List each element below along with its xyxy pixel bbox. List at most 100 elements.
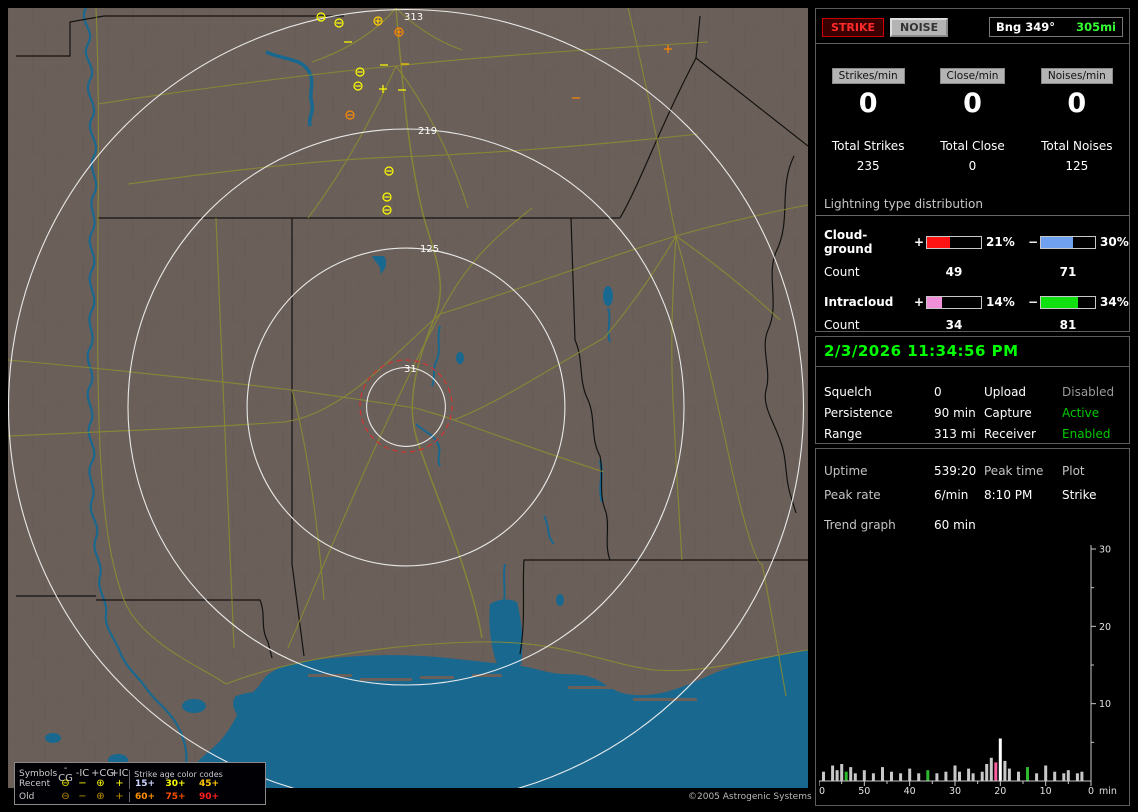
map-legend: Symbols -CG -IC +CG +IC Strike age color… [14,762,266,805]
peak-time-value: 8:10 PM [984,488,1033,502]
trend-x-label: 20 [994,786,1006,797]
persistence-value: 90 min [934,405,976,420]
range-ring-label: 125 [420,244,439,255]
total-close: Total Close 0 [920,139,1024,173]
cg-neg-pct: 30% [1100,235,1129,249]
total-noises-value: 125 [1065,159,1089,173]
trend-bar [849,767,853,781]
totals-row: Total Strikes 235 Total Close 0 Total No… [816,139,1129,173]
strike-button[interactable]: STRIKE [822,17,885,37]
range-ring-label: 313 [404,12,423,23]
trend-bar [871,773,875,781]
trend-bar [822,771,825,781]
settings-row: Squelch 0 Upload Disabled [816,381,1129,402]
cg-pos-pct: 21% [986,235,1015,249]
noises-per-min-column: Noises/min 0 [1025,64,1129,119]
receiver-status: Enabled [1062,426,1111,441]
receiver-label: Receiver [984,426,1036,441]
ic-neg-count: 81 [1059,318,1077,332]
ic-pos-bar [926,295,982,309]
trend-bar [844,771,848,781]
trend-bar [1017,771,1020,781]
uptime-label: Uptime [824,464,868,478]
settings-grid: Squelch 0 Upload Disabled Persistence 90… [816,367,1129,444]
range-ring-label: 31 [404,364,417,375]
trend-bar [944,771,948,781]
bearing-display: Bng 349° 305mi [989,17,1123,37]
count-label: Count [824,265,860,279]
age-code: 15+ [129,778,160,789]
trend-bar [881,767,884,781]
ic-neg-icon: − [78,790,87,802]
trend-bar [1053,771,1057,781]
stats-box: STRIKE NOISE Bng 349° 305mi Strikes/min … [815,8,1130,332]
age-code: 75+ [165,791,186,802]
distribution-section: Lightning type distribution Cloud-ground… [816,197,1129,332]
legend-row-recent-label: Recent [19,778,51,789]
cg-pos-bar [926,235,982,249]
trend-bar [989,757,993,781]
total-close-label: Total Close [940,139,1005,153]
divider [816,43,1129,44]
trend-y-label: 10 [1099,699,1111,710]
trend-bar [967,768,971,781]
close-per-min-chip[interactable]: Close/min [939,68,1006,84]
cloud-ground-label: Cloud-ground [824,228,873,256]
ic-pos-count: 34 [945,318,963,332]
plus-sign: + [913,295,925,309]
trend-bar [1035,773,1039,781]
datetime-display: 2/3/2026 11:34:56 PM [816,337,1129,367]
trend-bar [908,768,912,781]
strikes-per-min-chip[interactable]: Strikes/min [831,68,905,84]
noise-button[interactable]: NOISE [890,17,949,37]
trend-bar [935,773,939,781]
age-code: 45+ [198,778,220,789]
trend-bar [1075,773,1079,781]
trend-x-label: 50 [858,786,870,797]
plot-value: Strike [1062,488,1097,502]
plot-label: Plot [1062,464,1085,478]
trend-x-label: 60 [819,786,825,797]
close-per-min-column: Close/min 0 [920,64,1024,119]
legend-symbols-header: Symbols [19,769,58,779]
legend-age-header: Strike age color codes [129,769,227,779]
distribution-title: Lightning type distribution [816,197,1129,216]
ic-neg-pct: 34% [1100,295,1129,309]
intracloud-count-row: Count 34 81 [816,318,1129,332]
trend-bar [853,773,857,781]
status-row: Uptime 539:20 Peak time Plot [816,459,1129,483]
total-noises: Total Noises 125 [1025,139,1129,173]
total-close-value: 0 [968,159,977,173]
capture-status: Active [1062,405,1100,420]
cloud-ground-count-row: Count 49 71 [816,265,1129,279]
cg-neg-icon: ⊖ [61,777,70,789]
trend-x-label: 30 [949,786,961,797]
noises-per-min-chip[interactable]: Noises/min [1040,68,1113,84]
trend-graph-label: Trend graph [824,518,896,532]
minus-sign: − [1027,295,1039,309]
legend-row-old-label: Old [19,791,35,802]
trend-bar [1062,773,1066,781]
distance-value: 305mi [1076,20,1116,34]
lightning-map[interactable]: 313 219 125 31 [8,8,808,788]
settings-box: 2/3/2026 11:34:56 PM Squelch 0 Upload Di… [815,336,1130,444]
peak-rate-value: 6/min [934,488,969,502]
noises-per-min-value: 0 [1067,88,1087,119]
strikes-per-min-value: 0 [858,88,878,119]
trend-bar [890,771,893,781]
rate-row: Strikes/min 0 Close/min 0 Noises/min 0 [816,64,1129,119]
trend-x-label: 10 [1040,786,1052,797]
range-ring-label: 219 [418,126,437,137]
cg-neg-icon: ⊖ [61,790,70,802]
trend-bar [1003,760,1007,781]
cloud-ground-row: Cloud-ground + 21% − 30% [816,228,1129,256]
trend-bar [835,770,839,781]
age-code: 90+ [198,791,220,802]
trend-bar [899,773,903,781]
upload-status: Disabled [1062,384,1115,399]
minus-sign: − [1027,235,1039,249]
trend-x-label: 0 [1088,786,1094,797]
trend-bar [926,770,930,781]
cg-pos-count: 49 [945,265,963,279]
strike-symbol-cg-pos [373,16,383,26]
